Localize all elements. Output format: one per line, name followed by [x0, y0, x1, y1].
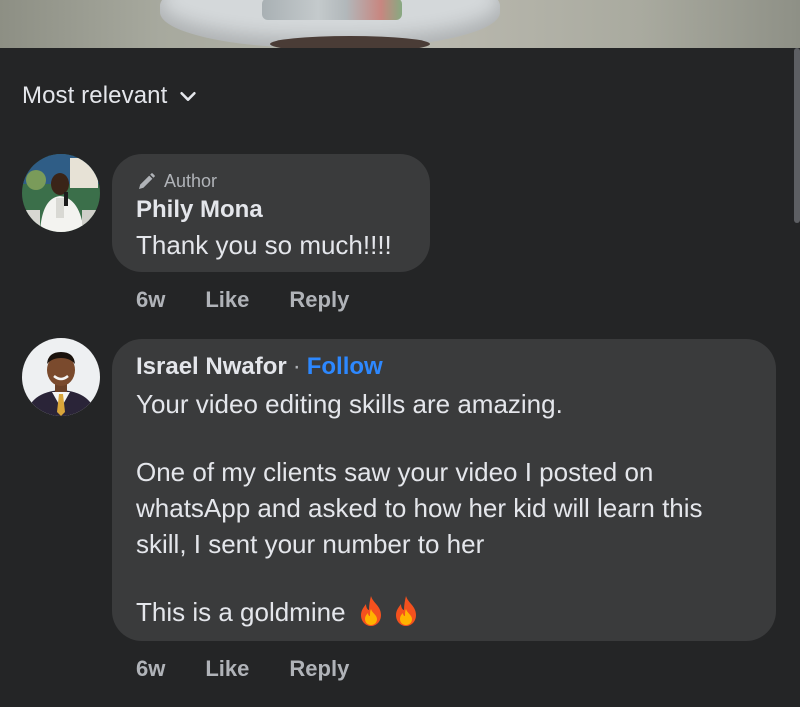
fire-icon [360, 596, 381, 626]
comment-text-line: One of my clients saw your video I poste… [136, 457, 654, 487]
author-badge-label: Author [164, 171, 218, 191]
name-separator: · [292, 353, 301, 380]
comment-time[interactable]: 6w [136, 287, 165, 313]
author-badge: Author [136, 171, 217, 192]
sort-dropdown[interactable]: Most relevant [22, 80, 199, 112]
comment-text-line: Your video editing skills are amazing. [136, 389, 563, 419]
like-button[interactable]: Like [205, 656, 249, 682]
commenter-name[interactable]: Phily Mona [136, 196, 263, 224]
commenter-name-row: Israel Nwafor · Follow [136, 353, 383, 381]
cap-logo [262, 0, 402, 20]
reply-button[interactable]: Reply [289, 287, 349, 313]
commenter-name[interactable]: Israel Nwafor [136, 353, 287, 380]
follow-button[interactable]: Follow [307, 353, 383, 380]
pencil-icon [139, 172, 155, 189]
cap-band [270, 36, 430, 48]
comment-time[interactable]: 6w [136, 656, 165, 682]
avatar-israel-nwafor[interactable] [22, 338, 100, 416]
reply-button[interactable]: Reply [289, 656, 349, 682]
comment-text-line: This is a goldmine [136, 594, 420, 630]
sort-label: Most relevant [22, 82, 168, 109]
comment-text: Thank you so much!!!! [136, 230, 392, 260]
scrollbar[interactable] [794, 48, 800, 223]
comment-text-goldmine: This is a goldmine [136, 597, 346, 627]
fire-icon [396, 596, 417, 626]
comment-actions: 6w Like Reply [136, 287, 389, 313]
like-button[interactable]: Like [205, 287, 249, 313]
comment-text-line: whatsApp and asked to how her kid will l… [136, 493, 703, 523]
comment-actions: 6w Like Reply [136, 656, 389, 682]
comment-text-line: skill, I sent your number to her [136, 529, 485, 559]
avatar-phily-mona[interactable] [22, 154, 100, 232]
video-preview-image[interactable] [0, 0, 800, 48]
chevron-down-icon [180, 91, 197, 101]
